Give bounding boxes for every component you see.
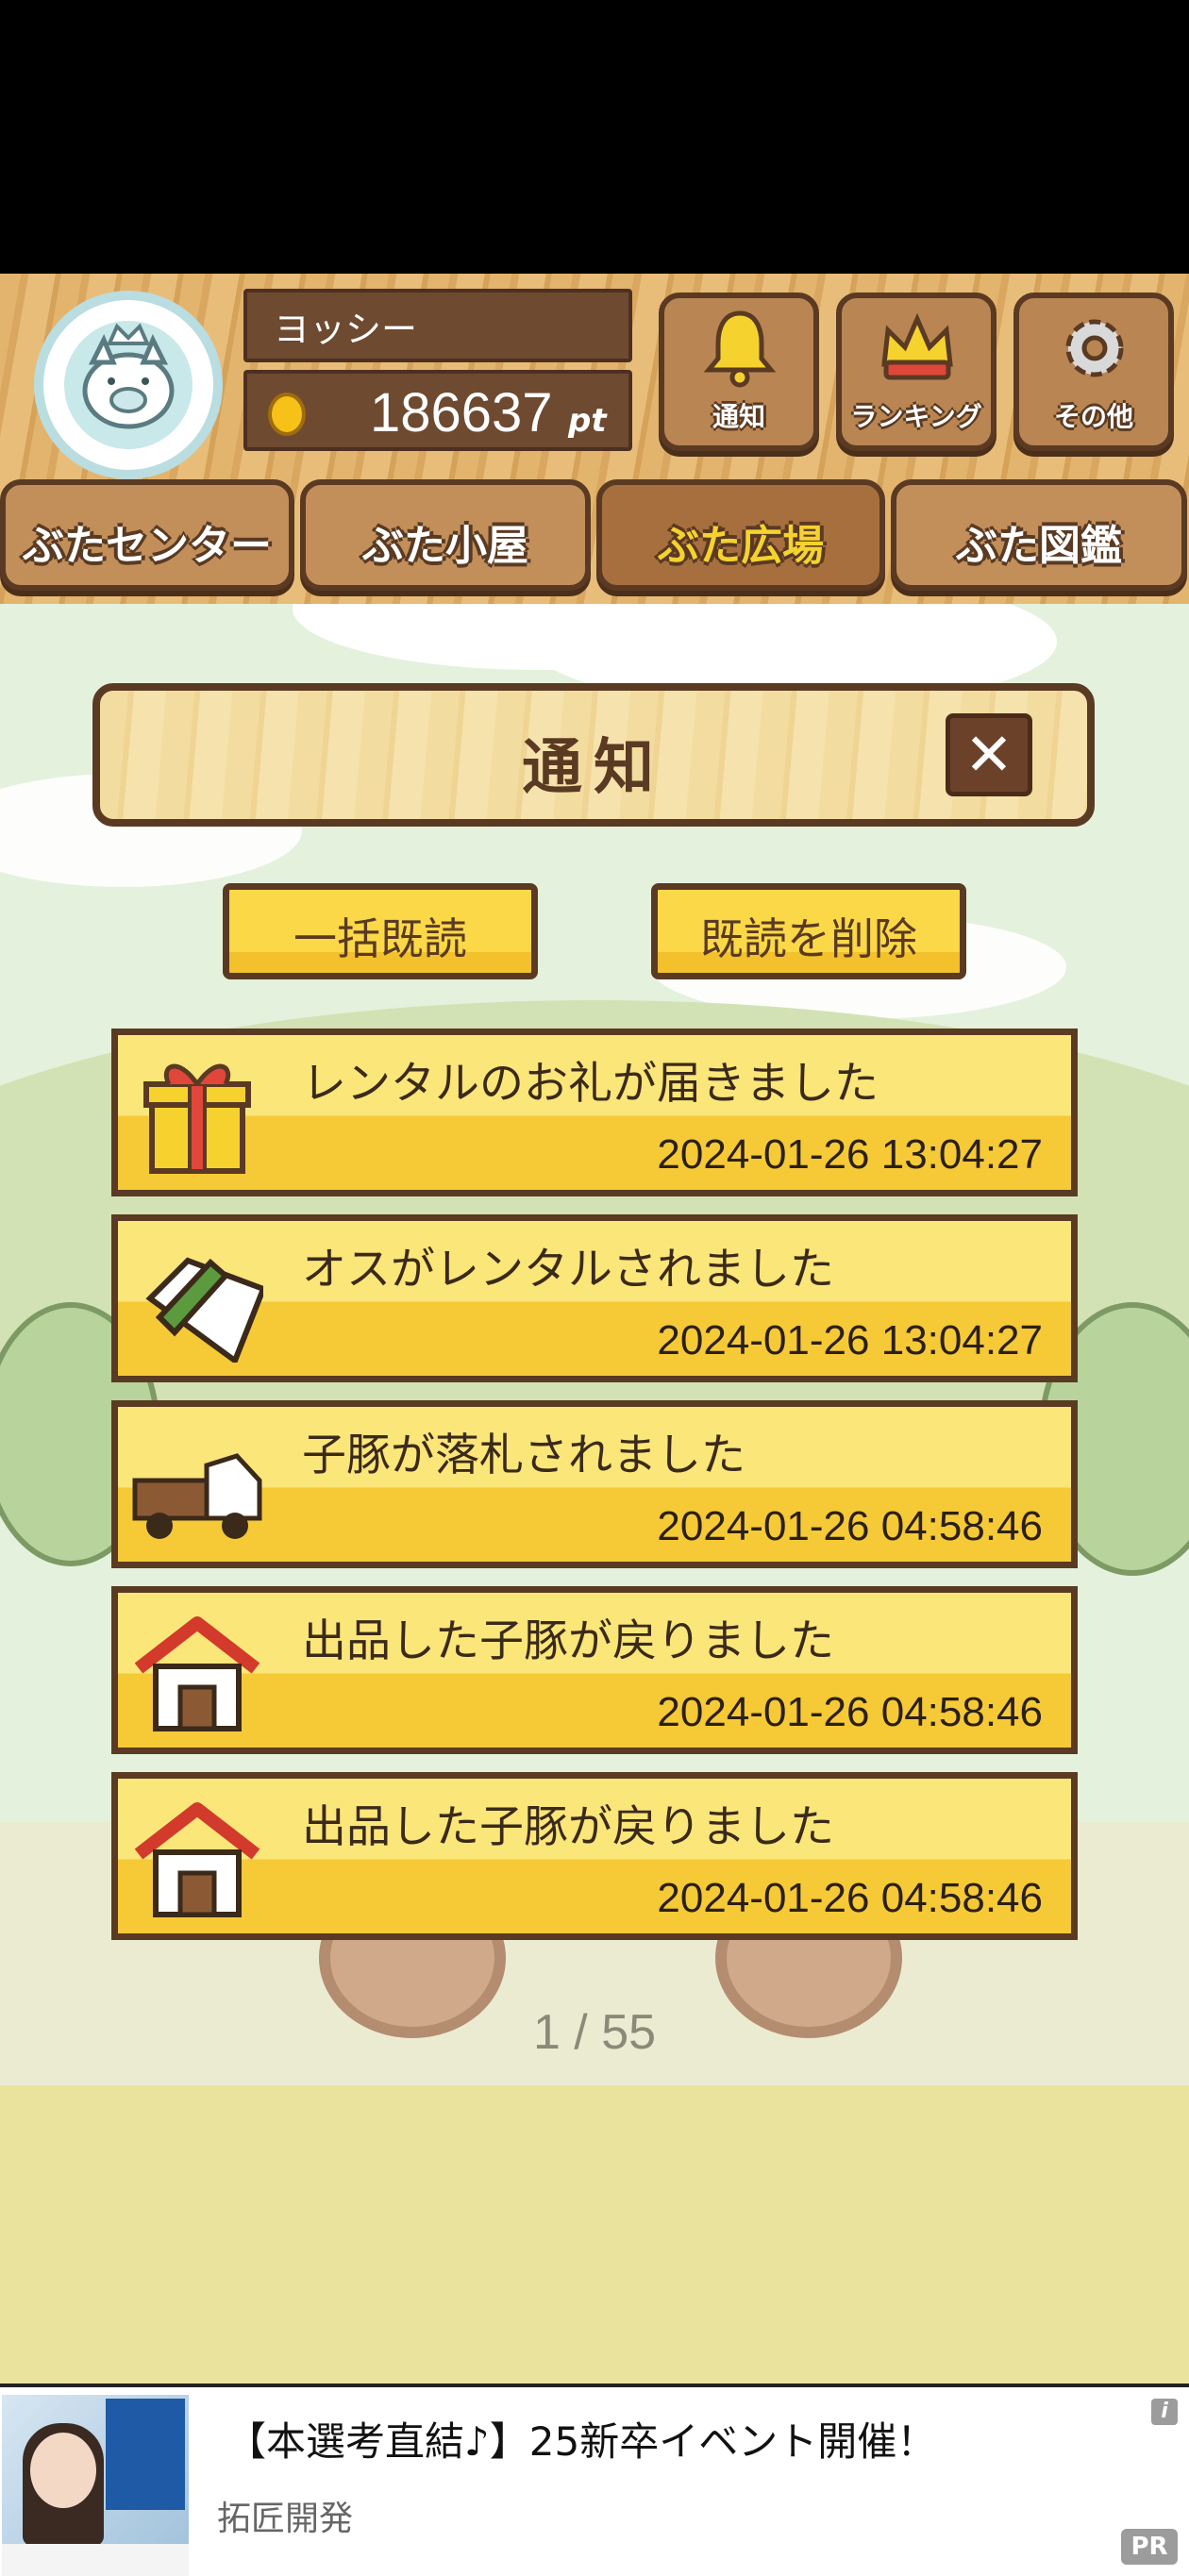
notification-time: 2024-01-26 04:58:46 <box>657 1503 1043 1549</box>
app-screen: ヨッシー 186637 pt 通知 ランキング その他 ぶたセンター ぶた小屋 … <box>0 0 1189 2576</box>
tab-buta-center[interactable]: ぶたセンター <box>0 479 294 591</box>
notifications-button-label: 通知 <box>712 401 765 432</box>
delete-read-button[interactable]: 既読を削除 <box>651 883 966 979</box>
close-icon: ✕ <box>964 720 1013 789</box>
barn-icon <box>134 1802 260 1917</box>
page-indicator: 1 / 55 <box>532 2005 657 2060</box>
ad-image-face <box>30 2433 96 2508</box>
ad-image <box>2 2395 189 2576</box>
notification-text: レンタルのお礼が届きました <box>302 1058 879 1110</box>
username-label: ヨッシー <box>243 289 632 362</box>
notification-item[interactable]: 出品した子豚が戻りました 2024-01-26 04:58:46 <box>111 1772 1078 1940</box>
mark-all-read-label: 一括既読 <box>293 913 467 964</box>
ad-advertiser: 拓匠開発 <box>217 2500 354 2538</box>
tab-label: ぶた広場 <box>658 522 824 570</box>
ad-title: 【本選考直結♪】25新卒イベント開催！ <box>226 2418 937 2465</box>
notification-text: オスがレンタルされました <box>302 1244 834 1296</box>
truck-icon <box>132 1453 262 1539</box>
notifications-button[interactable]: 通知 <box>659 293 819 451</box>
other-button-label: その他 <box>1053 401 1133 432</box>
field <box>0 2085 1189 2384</box>
notification-text: 出品した子豚が戻りました <box>302 1615 834 1667</box>
ad-banner[interactable]: 【本選考直結♪】25新卒イベント開催！ 拓匠開発 i PR <box>0 2384 1189 2576</box>
mark-all-read-button[interactable]: 一括既読 <box>223 883 538 979</box>
tab-buta-encyclopedia[interactable]: ぶた図鑑 <box>891 479 1187 591</box>
points-display: 186637 pt <box>243 370 632 451</box>
notification-time: 2024-01-26 13:04:27 <box>657 1317 1043 1363</box>
notification-time: 2024-01-26 04:58:46 <box>657 1875 1043 1921</box>
notification-time: 2024-01-26 13:04:27 <box>657 1131 1043 1178</box>
ad-info-icon[interactable]: i <box>1151 2399 1178 2425</box>
ad-image-caption <box>2 2544 189 2576</box>
tab-label: ぶた小屋 <box>362 522 528 570</box>
ranking-button-label: ランキング <box>850 401 982 432</box>
delete-read-label: 既読を削除 <box>700 913 917 964</box>
bell-icon <box>703 310 777 388</box>
letter-pen-icon <box>145 1257 263 1363</box>
tab-buta-plaza[interactable]: ぶた広場 <box>596 479 885 591</box>
other-button[interactable]: その他 <box>1013 293 1174 451</box>
ranking-button[interactable]: ランキング <box>836 293 996 451</box>
tab-label: ぶた図鑑 <box>956 522 1122 570</box>
notification-item[interactable]: オスがレンタルされました 2024-01-26 13:04:27 <box>111 1214 1078 1382</box>
gear-icon <box>1065 319 1124 377</box>
panel-title: 通知 <box>522 733 665 803</box>
coin-icon <box>268 393 306 436</box>
player-rank-badge[interactable] <box>34 291 223 479</box>
points-value: 186637 <box>370 382 553 443</box>
notification-item[interactable]: レンタルのお礼が届きました 2024-01-26 13:04:27 <box>111 1029 1078 1196</box>
pig-avatar-icon <box>64 321 193 449</box>
crown-icon <box>881 312 953 380</box>
notification-text: 子豚が落札されました <box>302 1430 745 1481</box>
notification-time: 2024-01-26 04:58:46 <box>657 1689 1043 1735</box>
notification-title-board: 通知 ✕ <box>92 683 1095 827</box>
tab-label: ぶたセンター <box>23 522 272 570</box>
ad-image-badge <box>106 2399 185 2510</box>
barn-icon <box>134 1616 260 1731</box>
gift-icon <box>143 1063 251 1174</box>
notification-item[interactable]: 子豚が落札されました 2024-01-26 04:58:46 <box>111 1400 1078 1568</box>
notification-item[interactable]: 出品した子豚が戻りました 2024-01-26 04:58:46 <box>111 1586 1078 1754</box>
header-bar: ヨッシー 186637 pt 通知 ランキング その他 ぶたセンター ぶた小屋 … <box>0 274 1189 604</box>
ad-pr-badge: PR <box>1121 2529 1178 2565</box>
points-unit: pt <box>568 402 607 440</box>
tab-buta-hut[interactable]: ぶた小屋 <box>300 479 591 591</box>
notification-text: 出品した子豚が戻りました <box>302 1801 834 1853</box>
close-button[interactable]: ✕ <box>946 713 1032 796</box>
